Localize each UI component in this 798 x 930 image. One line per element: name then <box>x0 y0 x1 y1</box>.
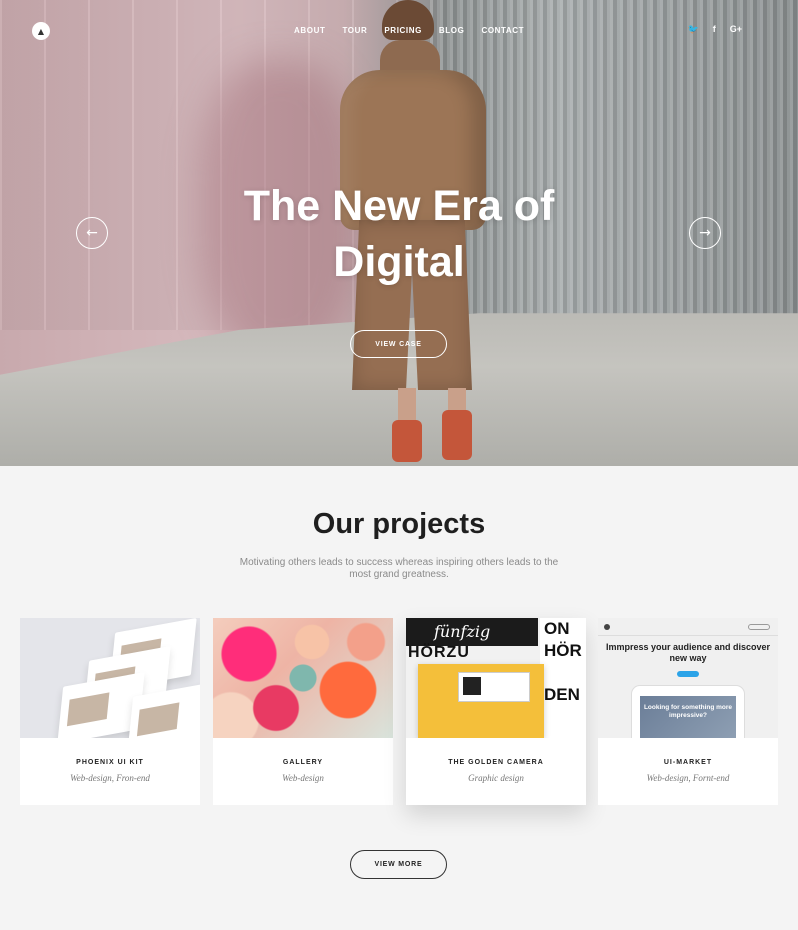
twitter-icon[interactable]: 🐦 <box>688 24 699 35</box>
poster-black-band: fünfzig <box>406 618 538 646</box>
facebook-icon[interactable]: f <box>713 24 716 35</box>
poster-label <box>458 672 530 702</box>
menu-item-contact[interactable]: CONTACT <box>481 26 524 35</box>
project-title: UI-MARKET <box>663 759 713 766</box>
arrow-right-icon: → <box>699 225 711 241</box>
ipad-screen-text: Looking for something more impressive? <box>643 704 733 719</box>
menu-item-tour[interactable]: TOUR <box>342 26 367 35</box>
project-title: THE GOLDEN CAMERA <box>448 759 544 766</box>
hero-slider: ▲ ABOUT TOUR PRICING BLOG CONTACT 🐦 f G+… <box>0 0 798 466</box>
project-thumb-ui-market: Immpress your audience and discover new … <box>598 618 778 738</box>
project-card-gallery[interactable]: GALLERY Web-design <box>213 618 393 805</box>
model-shoe-left <box>392 420 422 462</box>
project-card-ui-market[interactable]: Immpress your audience and discover new … <box>598 618 778 805</box>
project-tags: Web-design, Fornt-end <box>646 773 730 783</box>
project-title: GALLERY <box>282 759 324 766</box>
project-card-golden-camera[interactable]: fünfzig HÖRZU ON HÖR DEN THE GOLDEN CAME… <box>406 618 586 805</box>
project-card-phoenix[interactable]: PHOENIX UI KIT Web-design, Fron-end <box>20 618 200 805</box>
hero-title: The New Era of Digital <box>150 178 648 290</box>
mockup-button <box>748 624 770 630</box>
menu-item-pricing[interactable]: PRICING <box>384 26 422 35</box>
project-tags: Graphic design <box>468 773 524 783</box>
hero-title-line1: The New Era of <box>243 182 555 230</box>
mockup-cta <box>677 671 699 677</box>
poster-right-text: ON HÖR DEN <box>540 618 586 738</box>
logo-icon[interactable]: ▲ <box>32 22 50 40</box>
google-plus-icon[interactable]: G+ <box>730 24 742 35</box>
hero-title-line2: Digital <box>333 238 465 286</box>
social-links: 🐦 f G+ <box>688 24 742 35</box>
menu-item-blog[interactable]: BLOG <box>439 26 465 35</box>
poster-script: fünfzig <box>434 622 491 641</box>
view-case-button[interactable]: VIEW CASE <box>350 330 447 358</box>
project-tags: Web-design, Fron-end <box>70 773 150 783</box>
mockup-nav-bar <box>598 618 778 636</box>
mockup-headline: Immpress your audience and discover new … <box>605 642 771 663</box>
logo-glyph: ▲ <box>37 26 45 36</box>
project-tags: Web-design <box>282 773 324 783</box>
projects-subtitle: Motivating others leads to success where… <box>239 557 559 580</box>
model-shoe-right <box>442 410 472 460</box>
project-title: PHOENIX UI KIT <box>76 759 144 766</box>
arrow-left-icon: ← <box>86 225 98 241</box>
top-nav: ▲ ABOUT TOUR PRICING BLOG CONTACT 🐦 f G+ <box>0 0 798 62</box>
project-thumb-gallery <box>213 618 393 738</box>
mockup-logo-icon <box>604 624 610 630</box>
menu-item-about[interactable]: ABOUT <box>294 26 325 35</box>
projects-heading: Our projects <box>312 508 486 540</box>
prev-slide-button[interactable]: ← <box>76 217 108 249</box>
view-more-button[interactable]: VIEW MORE <box>350 850 447 879</box>
next-slide-button[interactable]: → <box>689 217 721 249</box>
ipad-screen: Looking for something more impressive? <box>640 696 736 738</box>
main-menu: ABOUT TOUR PRICING BLOG CONTACT <box>294 26 541 35</box>
project-thumb-phoenix <box>20 618 200 738</box>
project-thumb-golden-camera: fünfzig HÖRZU ON HÖR DEN <box>406 618 586 738</box>
